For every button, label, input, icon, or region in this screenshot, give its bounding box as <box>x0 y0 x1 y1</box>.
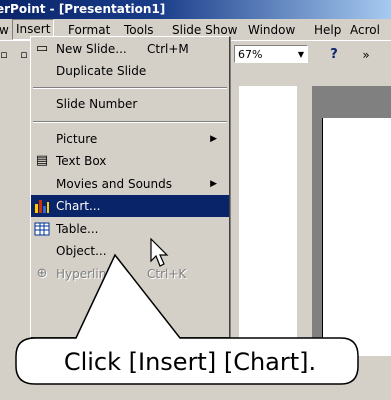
window-title: erPoint - [Presentation1] <box>0 2 166 16</box>
menu-item-object[interactable]: Object... <box>31 240 229 262</box>
text-box-icon: ▤ <box>35 153 49 168</box>
menu-item-label: Table... <box>56 222 99 236</box>
menu-help[interactable]: Help <box>314 22 341 38</box>
zoom-value: 67% <box>238 48 263 61</box>
menu-item-label: New Slide... <box>56 42 127 56</box>
menu-item-movies-and-sounds[interactable]: Movies and Sounds ▶ <box>31 173 229 195</box>
menu-item-label: Hyperlink... <box>56 267 125 281</box>
hyperlink-icon: ⊕ <box>36 266 48 281</box>
menu-item-new-slide[interactable]: ▭ New Slide... Ctrl+M <box>31 38 229 60</box>
zoom-combobox[interactable]: 67% ▼ <box>234 45 308 63</box>
menu-separator <box>33 121 227 123</box>
menu-item-shortcut: Ctrl+M <box>147 42 189 56</box>
menu-item-label: Chart... <box>56 199 101 213</box>
menu-item-label: Movies and Sounds <box>56 177 173 191</box>
menu-item-label: Object... <box>56 244 107 258</box>
title-bar: erPoint - [Presentation1] <box>0 0 391 19</box>
menu-item-duplicate-slide[interactable]: Duplicate Slide <box>31 60 229 82</box>
toolbar-button-partial[interactable]: ▫ <box>0 45 14 65</box>
table-icon <box>34 221 50 237</box>
dropdown-arrow-icon[interactable]: ▼ <box>298 46 304 64</box>
mouse-pointer-icon <box>150 238 169 267</box>
menu-separator <box>33 87 227 89</box>
menu-window[interactable]: Window <box>248 22 295 38</box>
new-slide-icon: ▭ <box>35 41 49 56</box>
menu-acrobat-partial[interactable]: Acrol <box>350 22 380 38</box>
menu-item-slide-number[interactable]: Slide Number <box>31 93 229 115</box>
menu-item-picture[interactable]: Picture ▶ <box>31 128 229 150</box>
menu-item-label: Picture <box>56 132 98 146</box>
menu-item-text-box[interactable]: ▤ Text Box <box>31 150 229 172</box>
menu-view-partial[interactable]: w <box>0 22 9 38</box>
callout-text: Click [Insert] [Chart]. <box>63 348 317 376</box>
menu-item-label: Slide Number <box>56 97 138 111</box>
help-icon[interactable]: ? <box>324 45 344 65</box>
menu-item-label: Duplicate Slide <box>56 64 147 78</box>
menu-item-label: Text Box <box>56 154 107 168</box>
insert-menu: ▭ New Slide... Ctrl+M Duplicate Slide Sl… <box>30 36 230 338</box>
slide-canvas[interactable] <box>322 118 391 356</box>
submenu-arrow-icon: ▶ <box>210 179 217 189</box>
slide-pane[interactable] <box>239 86 297 356</box>
submenu-arrow-icon: ▶ <box>210 134 217 144</box>
menu-item-hyperlink[interactable]: ⊕ Hyperlink... Ctrl+K <box>31 263 229 285</box>
menu-item-table[interactable]: Table... <box>31 218 229 240</box>
chart-icon <box>34 198 50 214</box>
toolbar-overflow-icon[interactable]: » <box>356 45 376 65</box>
menu-item-chart[interactable]: Chart... <box>31 195 229 217</box>
